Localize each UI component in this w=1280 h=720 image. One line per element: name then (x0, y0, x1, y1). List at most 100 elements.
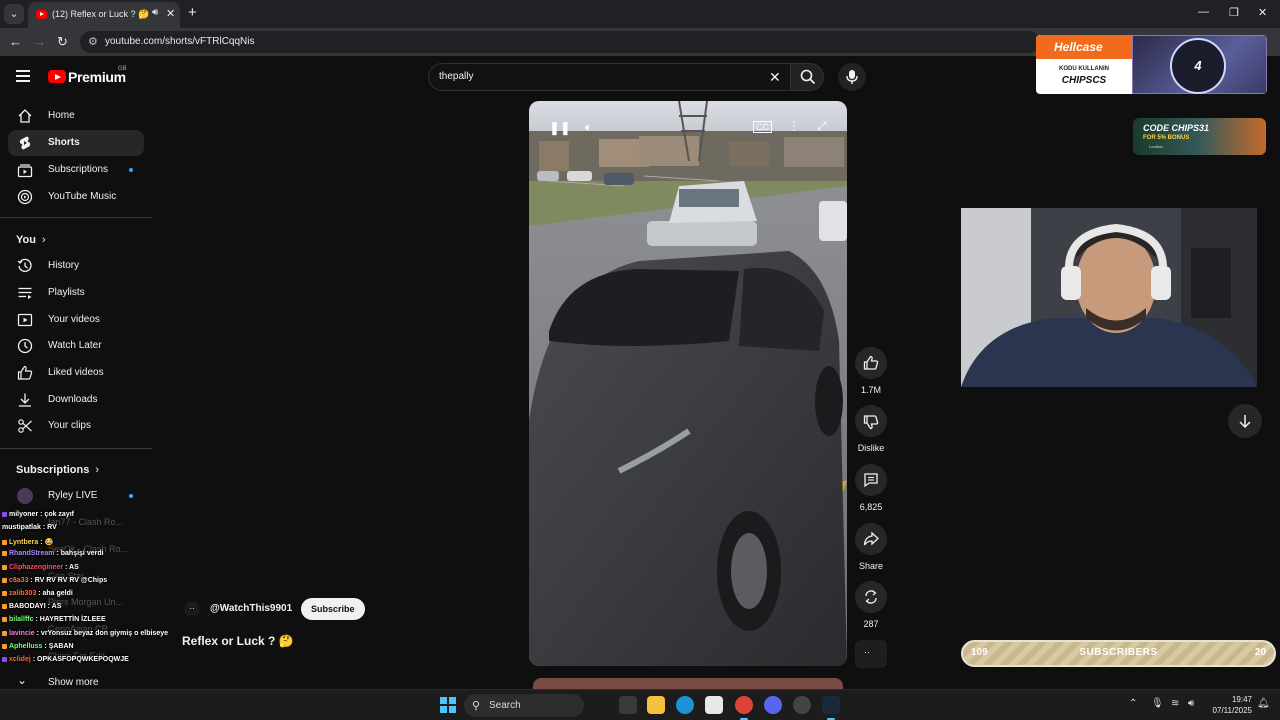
discord-icon[interactable] (764, 696, 782, 714)
chat-message: zalib303 : aha geldi (2, 590, 73, 597)
back-icon[interactable]: ← (9, 34, 22, 49)
hellcase-brand: Hellcase (1036, 35, 1132, 59)
youtube-logo-icon (48, 70, 66, 83)
taskbar-clock[interactable]: 19:47 07/11/2025 (1206, 694, 1252, 716)
forward-icon[interactable]: → (33, 34, 46, 49)
sidebar-item-your-clips[interactable]: Your clips (8, 413, 144, 439)
shorts-video-player[interactable]: ❚❚ 🔈︎ CC ⋮ ⤢ (529, 101, 847, 666)
chat-message: Cliphazengineer : AS (2, 564, 79, 571)
subscribe-button[interactable]: Subscribe (301, 598, 365, 620)
sidebar-item-liked-videos[interactable]: Liked videos (8, 360, 144, 386)
sound-button[interactable]: ·· (855, 640, 887, 668)
chat-message: mustipatlak : RV (2, 524, 57, 531)
sidebar-item-label: History (48, 260, 80, 271)
file-explorer-icon[interactable] (647, 696, 665, 714)
chat-message: lavincie : vrYonsuz beyaz don giymiş o e… (2, 630, 168, 637)
sidebar-item-label: YouTube Music (48, 191, 117, 202)
chrome-icon[interactable] (735, 696, 753, 720)
search-button[interactable] (790, 63, 824, 91)
remix-icon (865, 590, 877, 604)
ring-counter: 4 (1170, 38, 1226, 94)
comment-count: 6,825 (859, 502, 883, 512)
chat-text: OPKASFOPQWKEPOQWJE (37, 656, 129, 663)
guide-menu-icon[interactable] (16, 70, 30, 82)
tab-close-icon[interactable]: ✕ (166, 7, 175, 20)
chat-user: bilallffc (9, 616, 34, 623)
chat-text: çok zayıf (44, 511, 74, 518)
speaker-icon[interactable]: 🔊︎ (152, 7, 158, 18)
microphone-icon[interactable]: 🎙︎ (1151, 698, 1164, 709)
search-input[interactable]: thepally ✕ (428, 63, 790, 91)
browser-tab[interactable]: (12) Reflex or Luck ? 🤔 - YouTube 🔊︎ ✕ (28, 2, 180, 28)
new-tab-icon[interactable]: + (188, 5, 197, 21)
sound-avatar-icon: ·· (864, 647, 870, 657)
channel-name[interactable]: @WatchThis9901 (210, 603, 292, 614)
sidebar-item-subscriptions[interactable]: Subscriptions (8, 157, 144, 183)
steam-icon[interactable] (822, 696, 840, 720)
like-button[interactable]: 1.7M (855, 347, 887, 395)
sidebar-item-label: Playlists (48, 287, 85, 298)
sidebar-item-label: Your clips (48, 420, 91, 431)
pause-icon[interactable]: ❚❚ (549, 120, 571, 136)
sidebar-item-playlists[interactable]: Playlists (8, 280, 144, 306)
share-label: Share (858, 561, 884, 571)
minimize-icon[interactable]: — (1198, 6, 1209, 18)
chat-message: milyoner : çok zayıf (2, 511, 74, 518)
chat-text: RV (47, 524, 57, 531)
like-count: 1.7M (860, 385, 881, 395)
sidebar-item-home[interactable]: Home (8, 103, 144, 129)
notification-icon[interactable]: 🔔︎ (1257, 698, 1270, 709)
sidebar-item-downloads[interactable]: Downloads (8, 387, 144, 413)
remix-button[interactable]: 287 (855, 581, 887, 629)
volume-icon[interactable]: 🔈︎ (585, 120, 592, 135)
reload-icon[interactable]: ↻ (57, 34, 68, 50)
restore-icon[interactable]: ❐ (1229, 6, 1239, 19)
store-icon[interactable] (705, 696, 723, 714)
sidebar-channel-ryley-live[interactable]: Ryley LIVE (8, 483, 144, 509)
voice-search-button[interactable] (838, 63, 866, 91)
sidebar-you-heading[interactable]: You › (16, 234, 46, 246)
thumbs-down-icon (863, 415, 879, 430)
share-button[interactable]: Share (855, 523, 887, 571)
chat-user: BABODAYI (9, 603, 46, 610)
sidebar-subscriptions-heading[interactable]: Subscriptions › (16, 464, 99, 476)
chat-user: Cliphazengineer (9, 564, 64, 571)
new-content-dot (129, 168, 133, 172)
chat-user: milyoner (9, 511, 39, 518)
channel-avatar[interactable]: ·· (184, 601, 200, 617)
fullscreen-icon[interactable]: ⤢ (817, 119, 827, 134)
clear-search-icon[interactable]: ✕ (769, 69, 781, 86)
sidebar-item-shorts[interactable]: Shorts (8, 130, 144, 156)
home-icon (18, 109, 32, 123)
sidebar-item-label: Liked videos (48, 367, 104, 378)
channel-avatar (17, 488, 33, 504)
captions-icon[interactable]: CC (753, 121, 772, 133)
volume-icon[interactable]: 🔊︎ (1188, 698, 1194, 709)
windows-start-icon[interactable] (440, 697, 456, 713)
dislike-button[interactable]: Dislike (855, 405, 887, 453)
wifi-icon[interactable]: ≋ (1171, 698, 1179, 709)
dislike-label: Dislike (857, 443, 885, 453)
tab-search-button[interactable]: ⌄ (4, 4, 24, 24)
taskbar-search-label: Search (489, 700, 521, 711)
next-short-button[interactable] (1228, 404, 1262, 438)
chevron-right-icon: › (41, 234, 46, 246)
more-options-icon[interactable]: ⋮ (788, 119, 800, 133)
app-icon[interactable] (793, 696, 811, 714)
sidebar-item-history[interactable]: History (8, 253, 144, 279)
sidebar-item-your-videos[interactable]: Your videos (8, 307, 144, 333)
tray-chevron-icon[interactable]: ⌃ (1129, 698, 1137, 709)
site-info-icon[interactable]: ⚙︎ (88, 35, 98, 48)
comments-button[interactable]: 6,825 (855, 464, 887, 512)
sidebar-item-youtube-music[interactable]: YouTube Music (8, 184, 144, 210)
sidebar-item-label: Home (48, 110, 75, 121)
edge-icon[interactable] (676, 696, 694, 714)
task-view-icon[interactable] (619, 696, 637, 714)
youtube-music-icon (17, 189, 33, 205)
sidebar-item-watch-later[interactable]: Watch Later (8, 333, 144, 359)
comment-icon (864, 473, 878, 488)
url-field[interactable]: ⚙︎ youtube.com/shorts/vFTRlCqqNis (80, 31, 1040, 53)
window-close-icon[interactable]: ✕ (1258, 6, 1267, 19)
chat-user: mustipatlak (2, 524, 41, 531)
taskbar-search[interactable]: ⚲ Search (464, 694, 584, 717)
